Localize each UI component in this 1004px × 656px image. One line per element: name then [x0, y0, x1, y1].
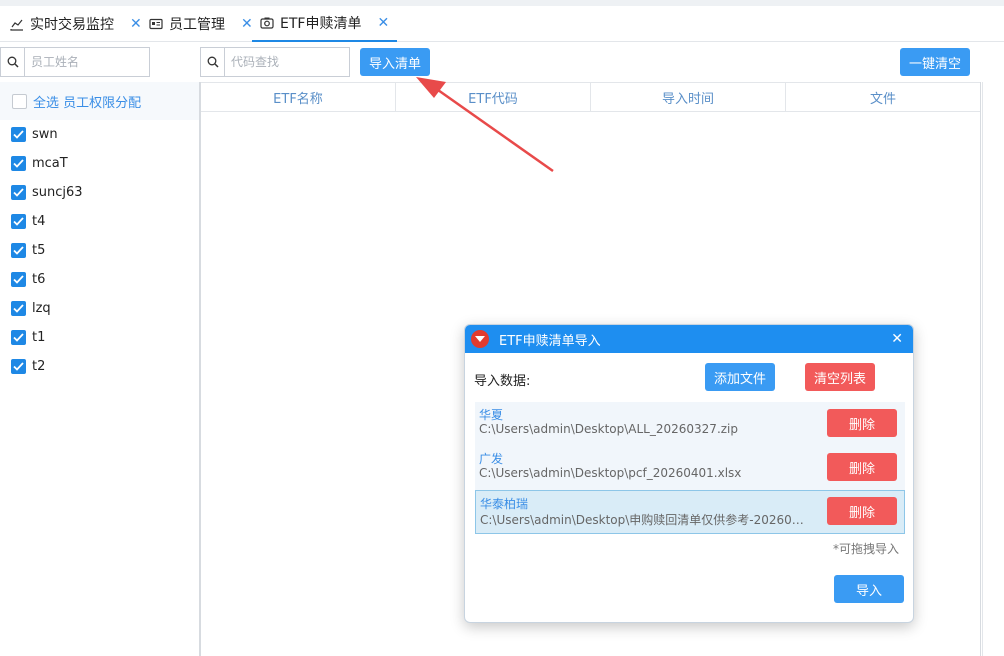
checkmark-icon	[13, 246, 24, 255]
employee-checkbox[interactable]	[11, 243, 26, 258]
line-chart-icon	[10, 17, 24, 31]
employee-name: mcaT	[32, 156, 68, 171]
employee-list: swn mcaT suncj63 t4 t5 t6 lzq t1 t2	[0, 120, 199, 381]
add-file-button[interactable]: 添加文件	[705, 363, 775, 391]
employee-checkbox[interactable]	[11, 301, 26, 316]
import-data-label: 导入数据:	[474, 374, 531, 389]
employee-checkbox[interactable]	[11, 272, 26, 287]
tab-bar: 实时交易监控 ✕ 员工管理 ✕ ETF申赎清单 ✕	[0, 0, 1004, 42]
grid-column-header[interactable]: 导入时间	[591, 83, 786, 111]
employee-name: t5	[32, 243, 46, 258]
tab-realtime-monitor[interactable]: 实时交易监控 ✕	[10, 6, 142, 42]
checkmark-icon	[13, 304, 24, 313]
checkmark-icon	[13, 159, 24, 168]
grid-column-header[interactable]: ETF名称	[201, 83, 396, 111]
employee-row[interactable]: t5	[0, 236, 199, 265]
close-icon[interactable]: ✕	[241, 16, 253, 32]
employee-row[interactable]: t2	[0, 352, 199, 381]
employee-name: t1	[32, 330, 46, 345]
import-list-button[interactable]: 导入清单	[360, 48, 430, 76]
employee-row[interactable]: t1	[0, 323, 199, 352]
checkmark-icon	[13, 188, 24, 197]
employee-search-box	[0, 47, 150, 77]
id-card-icon	[149, 17, 163, 31]
checkmark-icon	[13, 275, 24, 284]
select-all-checkbox[interactable]	[12, 93, 27, 109]
file-path: C:\Users\admin\Desktop\ALL_20260327.zip	[479, 422, 739, 436]
code-search-box	[200, 47, 350, 77]
tab-label: ETF申赎清单	[280, 16, 362, 32]
delete-file-button[interactable]: 删除	[827, 497, 897, 525]
employee-permission-panel: 全选 员工权限分配 swn mcaT suncj63 t4 t5 t6 lzq t1 t2	[0, 82, 200, 656]
file-item[interactable]: 广发 C:\Users\admin\Desktop\pcf_20260401.x…	[475, 446, 905, 490]
employee-name: t6	[32, 272, 46, 287]
checkmark-icon	[13, 130, 24, 139]
app-logo-icon	[471, 330, 489, 348]
import-button[interactable]: 导入	[834, 575, 904, 603]
select-all-label: 全选 员工权限分配	[33, 95, 142, 111]
tab-etf-list[interactable]: ETF申赎清单 ✕	[252, 6, 398, 42]
scrollbar[interactable]	[982, 82, 1004, 656]
delete-file-button[interactable]: 删除	[827, 453, 897, 481]
employee-checkbox[interactable]	[11, 156, 26, 171]
employee-name: suncj63	[32, 185, 83, 200]
close-icon[interactable]: ✕	[377, 15, 389, 31]
file-item[interactable]: 华夏 C:\Users\admin\Desktop\ALL_20260327.z…	[475, 402, 905, 446]
camera-icon	[260, 16, 274, 30]
clear-all-button[interactable]: 一键清空	[900, 48, 970, 76]
close-icon[interactable]: ✕	[891, 331, 903, 347]
tab-label: 实时交易监控	[30, 17, 114, 33]
grid-header: ETF名称 ETF代码 导入时间 文件	[201, 82, 980, 112]
dialog-title: ETF申赎清单导入	[499, 333, 601, 349]
file-path: C:\Users\admin\Desktop\申购赎回清单仅供参考-202603…	[480, 513, 810, 527]
employee-name: t2	[32, 359, 46, 374]
close-icon[interactable]: ✕	[130, 16, 142, 32]
clear-list-button[interactable]: 清空列表	[805, 363, 875, 391]
employee-row[interactable]: swn	[0, 120, 199, 149]
select-all-row[interactable]: 全选 员工权限分配	[0, 82, 199, 120]
delete-file-button[interactable]: 删除	[827, 409, 897, 437]
file-name: 华夏	[479, 408, 504, 422]
app-root: 实时交易监控 ✕ 员工管理 ✕ ETF申赎清单 ✕ 导入清单	[0, 0, 1004, 656]
tab-employee-management[interactable]: 员工管理 ✕	[149, 6, 253, 42]
code-search-input[interactable]	[225, 49, 335, 75]
employee-row[interactable]: suncj63	[0, 178, 199, 207]
employee-name: swn	[32, 127, 58, 142]
employee-name: t4	[32, 214, 46, 229]
grid-column-header[interactable]: ETF代码	[396, 83, 591, 111]
employee-checkbox[interactable]	[11, 127, 26, 142]
grid-column-header[interactable]: 文件	[786, 83, 980, 111]
employee-checkbox[interactable]	[11, 185, 26, 200]
employee-row[interactable]: mcaT	[0, 149, 199, 178]
checkmark-icon	[13, 333, 24, 342]
checkmark-icon	[13, 362, 24, 371]
search-icon	[1, 48, 25, 76]
employee-checkbox[interactable]	[11, 214, 26, 229]
employee-row[interactable]: t4	[0, 207, 199, 236]
employee-row[interactable]: t6	[0, 265, 199, 294]
tab-label: 员工管理	[169, 17, 225, 33]
checkmark-icon	[13, 217, 24, 226]
file-item-selected[interactable]: 华泰柏瑞 C:\Users\admin\Desktop\申购赎回清单仅供参考-2…	[475, 490, 905, 534]
employee-checkbox[interactable]	[11, 359, 26, 374]
employee-name: lzq	[32, 301, 51, 316]
search-icon	[201, 48, 225, 76]
employee-checkbox[interactable]	[11, 330, 26, 345]
file-path: C:\Users\admin\Desktop\pcf_20260401.xlsx	[479, 466, 742, 480]
dialog-title-bar: ETF申赎清单导入	[465, 325, 913, 353]
drag-drop-hint: *可拖拽导入	[832, 542, 899, 556]
file-name: 广发	[479, 452, 504, 466]
file-name: 华泰柏瑞	[480, 497, 529, 511]
employee-row[interactable]: lzq	[0, 294, 199, 323]
employee-search-input[interactable]	[25, 49, 135, 75]
etf-import-dialog: ETF申赎清单导入 ✕ 导入数据: 添加文件 清空列表 华夏 C:\Users\…	[464, 324, 914, 623]
